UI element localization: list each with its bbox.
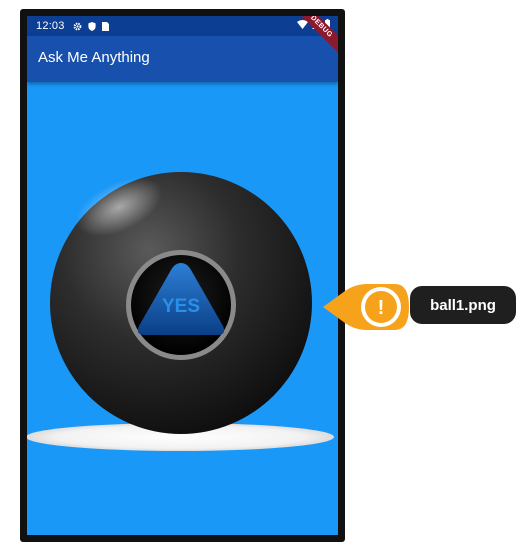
status-bar: 12:03 bbox=[27, 16, 338, 36]
app-bar: Ask Me Anything bbox=[27, 36, 338, 82]
shield-icon bbox=[87, 21, 96, 31]
callout-filename-label: ball1.png bbox=[410, 286, 516, 324]
callout-pointer: ! bbox=[323, 284, 409, 330]
status-time: 12:03 bbox=[36, 20, 65, 32]
magic-8-ball-image[interactable]: YES bbox=[27, 82, 338, 535]
warning-exclamation-icon: ! bbox=[378, 297, 385, 319]
settings-gear-icon bbox=[73, 22, 81, 30]
phone-frame: 12:03 Ask Me Anything DEBUG YES bbox=[20, 9, 345, 542]
phone-screen: 12:03 Ask Me Anything DEBUG YES bbox=[27, 16, 338, 535]
sim-card-icon bbox=[101, 21, 109, 31]
app-title: Ask Me Anything bbox=[38, 49, 150, 66]
answer-text: YES bbox=[162, 296, 200, 317]
